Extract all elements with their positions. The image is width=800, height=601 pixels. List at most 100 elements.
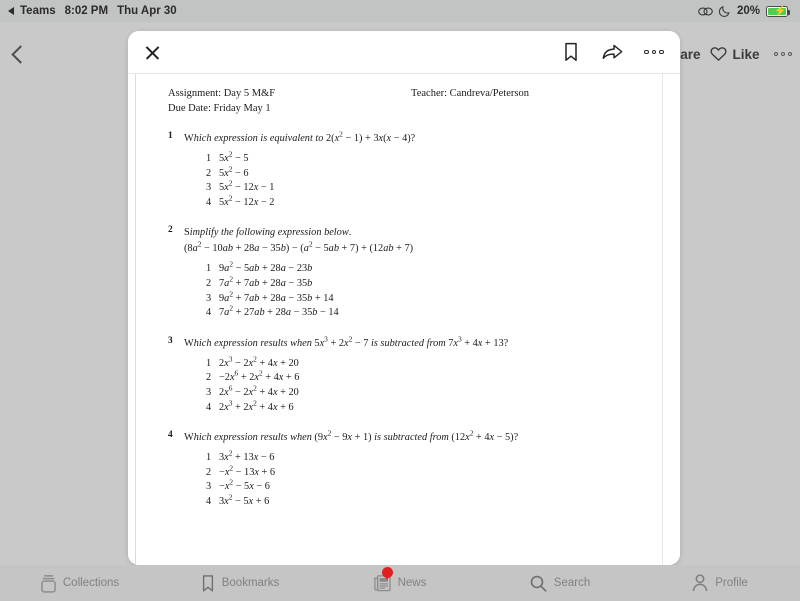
dot-icon xyxy=(651,49,657,55)
modal-header xyxy=(128,31,680,74)
link-icon xyxy=(698,5,713,18)
choice-item[interactable]: 3 2x6 − 2x2 + 4x + 20 xyxy=(206,383,628,401)
choice-text: −x2 − 5x − 6 xyxy=(219,477,270,493)
tab-news-label: News xyxy=(397,577,427,589)
bookmark-icon[interactable] xyxy=(561,42,581,62)
bookmark-icon xyxy=(201,574,215,593)
search-icon xyxy=(530,575,547,592)
teacher-label: Teacher: Candreva/Peterson xyxy=(411,88,529,99)
question-number: 3 xyxy=(168,335,173,346)
choice-item[interactable]: 2 5x2 − 6 xyxy=(206,165,628,182)
choice-item[interactable]: 4 3x2 − 5x + 6 xyxy=(206,492,628,510)
question-prompt: Which expression is equivalent to 2(x2 −… xyxy=(184,129,416,144)
choice-item[interactable]: 3 9a2 + 7ab + 28a − 35b + 14 xyxy=(206,290,628,307)
status-back-app-label[interactable]: Teams xyxy=(20,5,56,17)
back-triangle-icon[interactable] xyxy=(8,7,14,15)
question-item: 1 Which expression is equivalent to 2(x2 … xyxy=(168,130,628,210)
page-like-button[interactable]: Like xyxy=(710,46,760,62)
choice-text: 2x3 + 2x2 + 4x + 6 xyxy=(219,398,294,413)
bottom-tab-bar: Collections Bookmarks News Search Profil… xyxy=(0,565,800,601)
choice-item[interactable]: 1 5x2 − 5 xyxy=(206,150,628,167)
document-meta: Assignment: Day 5 M&F Teacher: Candreva/… xyxy=(168,80,628,116)
choice-number: 2 xyxy=(206,277,212,289)
share-arrow-icon[interactable] xyxy=(602,42,623,62)
question-prompt: Which expression results when (9x2 − 9x … xyxy=(184,428,519,444)
moon-icon xyxy=(718,5,731,17)
choice-text: −x2 − 13x + 6 xyxy=(219,463,276,478)
tab-bookmarks[interactable]: Bookmarks xyxy=(160,574,320,593)
choice-item[interactable]: 4 2x3 + 2x2 + 4x + 6 xyxy=(206,398,628,416)
tab-collections-label: Collections xyxy=(62,577,120,589)
dot-icon xyxy=(644,49,649,55)
question-number: 4 xyxy=(168,430,173,441)
choice-number: 1 xyxy=(206,153,212,164)
choice-list: 1 5x2 − 5 2 5x2 − 6 3 5x2 − 12x − 1 4 5x2 − 12x… xyxy=(206,150,628,211)
tab-search-label: Search xyxy=(553,577,591,589)
choice-text: 7a2 + 7ab + 28a − 35b xyxy=(219,274,313,289)
dot-icon xyxy=(773,51,778,57)
close-icon[interactable] xyxy=(144,44,161,61)
question-header: 4 Which expression results when (9x2 − 9x… xyxy=(168,429,628,444)
status-bar-left: Teams 8:02 PM Thu Apr 30 xyxy=(8,5,177,17)
tab-profile[interactable]: Profile xyxy=(640,574,800,592)
choice-item[interactable]: 2 −x2 − 13x + 6 xyxy=(206,463,628,481)
choice-item[interactable]: 3 5x2 − 12x − 1 xyxy=(206,178,628,196)
page-toolbar-actions: Share Like xyxy=(663,46,792,62)
choice-number: 1 xyxy=(206,452,212,464)
choice-number: 3 xyxy=(206,386,212,398)
tab-profile-label: Profile xyxy=(715,577,748,589)
choice-number: 2 xyxy=(206,466,212,478)
page-like-label: Like xyxy=(732,46,760,62)
question-number: 2 xyxy=(168,225,173,236)
choice-text: 5x2 − 12x − 1 xyxy=(219,178,275,194)
news-badge xyxy=(381,567,393,580)
dot-icon xyxy=(787,51,792,57)
status-date: Thu Apr 30 xyxy=(117,5,177,17)
status-bar: Teams 8:02 PM Thu Apr 30 20% ⚡ xyxy=(0,0,800,22)
choice-text: 3x2 − 5x + 6 xyxy=(219,492,270,507)
status-time: 8:02 PM xyxy=(64,5,109,17)
choice-item[interactable]: 1 9a2 − 5ab + 28a − 23b xyxy=(206,259,628,277)
choice-item[interactable]: 4 5x2 − 12x − 2 xyxy=(206,194,628,211)
choice-item[interactable]: 1 2x3 − 2x2 + 4x + 20 xyxy=(206,355,628,372)
question-item: 3 Which expression results when 5x3 + 2x2… xyxy=(168,335,628,415)
modal-more-button[interactable] xyxy=(644,49,664,55)
choice-number: 2 xyxy=(206,167,212,179)
choice-item[interactable]: 3 −x2 − 5x − 6 xyxy=(206,477,628,495)
choice-text: 9a2 − 5ab + 28a − 23b xyxy=(219,259,313,275)
question-expression: (8a2 − 10ab + 28a − 35b) − (a2 − 5ab + 7… xyxy=(184,239,414,255)
choice-number: 3 xyxy=(206,182,212,194)
heart-icon xyxy=(710,46,728,62)
question-number: 1 xyxy=(168,131,173,141)
question-header: 1 Which expression is equivalent to 2(x2 … xyxy=(168,130,628,145)
choice-text: 3x2 + 13x − 6 xyxy=(219,448,275,464)
question-item: 4 Which expression results when (9x2 − 9x… xyxy=(168,429,628,509)
profile-icon xyxy=(692,574,708,592)
assignment-label: Assignment: Day 5 M&F xyxy=(168,88,276,99)
choice-number: 1 xyxy=(206,263,212,275)
tab-bookmarks-label: Bookmarks xyxy=(221,577,280,589)
document-scroll-area[interactable]: Assignment: Day 5 M&F Teacher: Candreva/… xyxy=(128,74,680,565)
tab-collections[interactable]: Collections xyxy=(0,574,160,593)
dot-icon xyxy=(780,51,785,57)
choice-number: 1 xyxy=(206,357,212,369)
choice-number: 4 xyxy=(206,495,212,507)
tab-search[interactable]: Search xyxy=(480,575,640,592)
question-prompt: Which expression results when 5x3 + 2x2 … xyxy=(184,334,509,349)
choice-item[interactable]: 4 7a2 + 27ab + 28a − 35b − 14 xyxy=(206,305,628,321)
choice-number: 3 xyxy=(206,292,212,304)
status-bar-right: 20% ⚡ xyxy=(698,5,792,18)
choice-number: 2 xyxy=(206,372,212,384)
choice-item[interactable]: 2 −2x6 + 2x2 + 4x + 6 xyxy=(206,370,628,386)
choice-item[interactable]: 2 7a2 + 7ab + 28a − 35b xyxy=(206,274,628,292)
page-more-button[interactable] xyxy=(773,51,792,57)
choice-text: 2x6 − 2x2 + 4x + 20 xyxy=(219,383,299,398)
document-viewer-modal: Assignment: Day 5 M&F Teacher: Candreva/… xyxy=(128,31,680,565)
choice-number: 4 xyxy=(206,196,212,208)
tab-news[interactable]: News xyxy=(320,567,480,592)
choice-item[interactable]: 1 3x2 + 13x − 6 xyxy=(206,448,628,466)
choice-list: 1 2x3 − 2x2 + 4x + 20 2 −2x6 + 2x2 + 4x + 6… xyxy=(206,355,628,416)
back-chevron-icon[interactable] xyxy=(11,45,30,64)
choice-list: 1 3x2 + 13x − 6 2 −x2 − 13x + 6 3 −x2 − 5x − … xyxy=(206,448,628,510)
modal-header-actions xyxy=(561,42,664,62)
